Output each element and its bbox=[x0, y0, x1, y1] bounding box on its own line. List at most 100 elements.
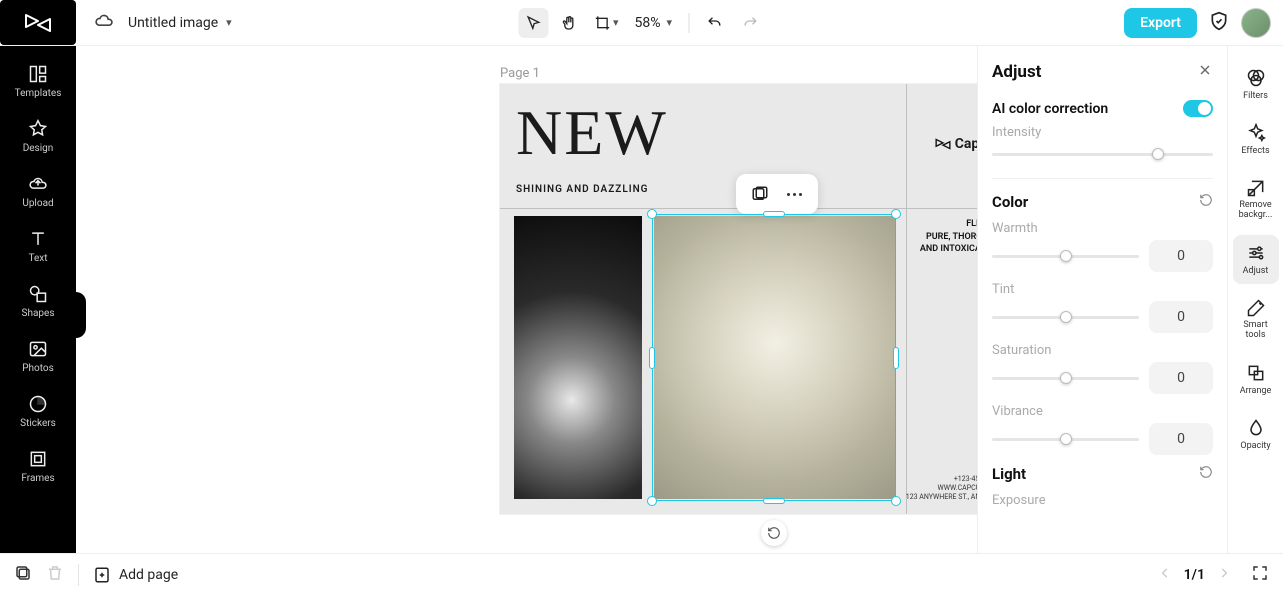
vibrance-control: Vibrance 0 bbox=[992, 404, 1213, 455]
crop-tool[interactable]: ▾ bbox=[590, 8, 623, 38]
brand-text: CapCut bbox=[955, 136, 977, 152]
sidebar-item-photos[interactable]: Photos bbox=[0, 329, 76, 384]
reset-light-icon[interactable] bbox=[1199, 465, 1213, 483]
saturation-slider[interactable] bbox=[992, 368, 1139, 388]
rotate-handle[interactable] bbox=[761, 520, 787, 546]
chevron-down-icon: ▾ bbox=[226, 16, 232, 29]
rail-item-effects[interactable]: Effects bbox=[1233, 115, 1279, 164]
bottom-bar: Add page 1/1 bbox=[0, 553, 1283, 595]
warmth-value[interactable]: 0 bbox=[1149, 240, 1213, 272]
prev-page-button[interactable] bbox=[1158, 565, 1172, 584]
next-page-button[interactable] bbox=[1217, 565, 1231, 584]
design-page[interactable]: NEW SHINING AND DAZZLING CapCut FLICKER … bbox=[500, 84, 977, 514]
design-image-diamonds[interactable] bbox=[514, 216, 642, 499]
brand-mark[interactable]: CapCut bbox=[935, 136, 977, 152]
left-sidebar: Templates Design Upload Text Shapes Phot… bbox=[0, 46, 76, 553]
app-logo[interactable] bbox=[0, 0, 76, 45]
footer-phone: +123-456-7890 bbox=[906, 475, 977, 484]
page-label: Page 1 bbox=[500, 66, 540, 81]
sidebar-item-templates[interactable]: Templates bbox=[0, 54, 76, 109]
resize-handle-sw[interactable] bbox=[647, 496, 657, 506]
rail-item-smart-tools[interactable]: Smart tools bbox=[1233, 290, 1279, 349]
replace-image-button[interactable] bbox=[746, 180, 774, 208]
close-icon[interactable] bbox=[1197, 62, 1213, 82]
design-title[interactable]: NEW bbox=[516, 96, 668, 170]
duplicate-page-button[interactable] bbox=[14, 564, 32, 586]
saturation-value[interactable]: 0 bbox=[1149, 362, 1213, 394]
tint-control: Tint 0 bbox=[992, 282, 1213, 333]
resize-handle-n[interactable] bbox=[763, 211, 785, 217]
add-page-button[interactable]: Add page bbox=[93, 566, 178, 584]
reset-color-icon[interactable] bbox=[1199, 193, 1213, 211]
sidebar-label: Upload bbox=[22, 198, 53, 209]
page-indicator: 1/1 bbox=[1184, 567, 1205, 583]
rail-item-remove-bg[interactable]: Remove backgr... bbox=[1233, 170, 1279, 229]
tagline-3: AND INTOXICATING bbox=[920, 243, 977, 256]
rail-item-opacity[interactable]: Opacity bbox=[1233, 410, 1279, 459]
zoom-value: 58% bbox=[635, 15, 661, 31]
footer-addr: 123 ANYWHERE ST., ANY CITY bbox=[906, 493, 977, 502]
redo-button[interactable] bbox=[735, 8, 765, 38]
tint-label: Tint bbox=[992, 282, 1213, 297]
sidebar-item-stickers[interactable]: Stickers bbox=[0, 384, 76, 439]
cloud-sync-icon[interactable] bbox=[94, 11, 114, 35]
user-avatar[interactable] bbox=[1241, 8, 1271, 38]
vibrance-slider[interactable] bbox=[992, 429, 1139, 449]
hand-tool[interactable] bbox=[554, 8, 584, 38]
saturation-label: Saturation bbox=[992, 343, 1213, 358]
resize-handle-ne[interactable] bbox=[891, 209, 901, 219]
export-button[interactable]: Export bbox=[1124, 8, 1197, 38]
more-options-button[interactable] bbox=[780, 180, 808, 208]
topbar-center-tools: ▾ 58% ▾ bbox=[518, 8, 765, 38]
delete-page-button[interactable] bbox=[46, 564, 64, 586]
intensity-label: Intensity bbox=[992, 125, 1213, 140]
zoom-dropdown[interactable]: 58% ▾ bbox=[629, 15, 679, 31]
top-bar: Untitled image ▾ ▾ 58% ▾ Export bbox=[0, 0, 1283, 46]
sidebar-item-design[interactable]: Design bbox=[0, 109, 76, 164]
guide-vertical bbox=[906, 84, 907, 514]
resize-handle-e[interactable] bbox=[893, 347, 899, 369]
sidebar-label: Photos bbox=[22, 363, 54, 374]
file-name-dropdown[interactable]: Untitled image ▾ bbox=[128, 15, 232, 31]
rail-label: Smart tools bbox=[1233, 321, 1279, 341]
design-subtitle[interactable]: SHINING AND DAZZLING bbox=[516, 184, 649, 195]
tint-slider[interactable] bbox=[992, 307, 1139, 327]
canvas-area[interactable]: Page 1 NEW SHINING AND DAZZLING CapCut F… bbox=[76, 46, 977, 553]
resize-handle-w[interactable] bbox=[649, 347, 655, 369]
warmth-slider[interactable] bbox=[992, 246, 1139, 266]
vibrance-label: Vibrance bbox=[992, 404, 1213, 419]
rail-item-arrange[interactable]: Arrange bbox=[1233, 355, 1279, 404]
chevron-down-icon: ▾ bbox=[613, 16, 619, 29]
rail-item-adjust[interactable]: Adjust bbox=[1233, 235, 1279, 284]
rail-label: Adjust bbox=[1243, 266, 1269, 276]
tint-value[interactable]: 0 bbox=[1149, 301, 1213, 333]
sidebar-label: Design bbox=[23, 143, 54, 154]
resize-handle-s[interactable] bbox=[763, 498, 785, 504]
canvas-viewport[interactable]: Page 1 NEW SHINING AND DAZZLING CapCut F… bbox=[76, 46, 977, 553]
resize-handle-nw[interactable] bbox=[647, 209, 657, 219]
sidebar-item-text[interactable]: Text bbox=[0, 219, 76, 274]
intensity-slider[interactable] bbox=[992, 144, 1213, 164]
design-footer[interactable]: +123-456-7890 WWW.CAPCUT.COM 123 ANYWHER… bbox=[906, 475, 977, 502]
sidebar-item-frames[interactable]: Frames bbox=[0, 439, 76, 494]
footer-url: WWW.CAPCUT.COM bbox=[906, 484, 977, 493]
undo-button[interactable] bbox=[699, 8, 729, 38]
divider bbox=[78, 564, 79, 586]
chevron-down-icon: ▾ bbox=[667, 16, 673, 29]
rail-item-filters[interactable]: Filters bbox=[1233, 60, 1279, 109]
exposure-label: Exposure bbox=[992, 493, 1213, 508]
panel-title: Adjust bbox=[992, 62, 1041, 82]
resize-handle-se[interactable] bbox=[891, 496, 901, 506]
ai-toggle[interactable] bbox=[1183, 100, 1213, 117]
design-image-ring[interactable] bbox=[654, 216, 896, 499]
design-tagline[interactable]: FLICKER PURE, THOROUGH AND INTOXICATING bbox=[920, 218, 977, 256]
tagline-1: FLICKER bbox=[920, 218, 977, 231]
file-name-text: Untitled image bbox=[128, 15, 218, 31]
select-tool[interactable] bbox=[518, 8, 548, 38]
shield-icon[interactable] bbox=[1209, 11, 1229, 35]
fullscreen-button[interactable] bbox=[1251, 564, 1269, 586]
sidebar-item-shapes[interactable]: Shapes bbox=[0, 274, 76, 329]
vibrance-value[interactable]: 0 bbox=[1149, 423, 1213, 455]
saturation-control: Saturation 0 bbox=[992, 343, 1213, 394]
sidebar-item-upload[interactable]: Upload bbox=[0, 164, 76, 219]
